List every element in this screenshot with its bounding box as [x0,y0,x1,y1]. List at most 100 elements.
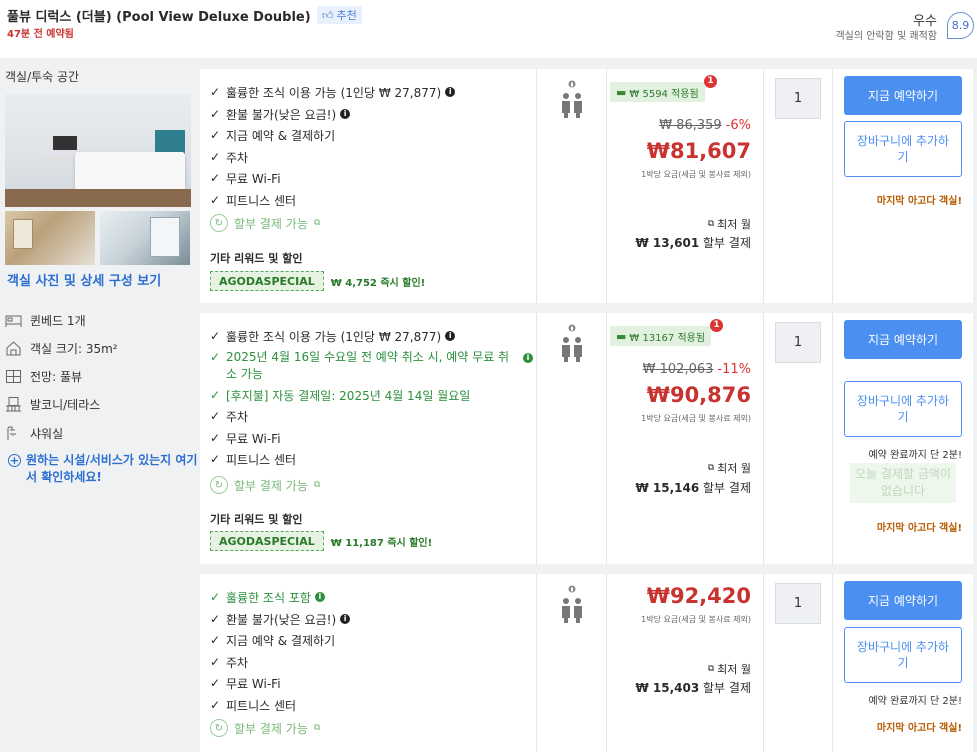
rewards-title: 기타 리워드 및 할인 [210,252,303,265]
installment-available[interactable]: ↻ 할부 결제 가능 ⧉ [210,718,320,738]
room-photos-link[interactable]: 객실 사진 및 상세 구성 보기 [7,270,161,289]
installment-amount: ₩ 13,601 할부 결제 [635,236,751,250]
ticket-icon: ▬ [616,85,627,99]
benefit-wifi: ✓ 무료 Wi-Fi [210,676,281,691]
info-icon[interactable]: i [340,109,351,119]
promo-discount: ₩ 4,752 즉시 할인! [330,277,426,289]
rating-score[interactable]: 8.9 [947,12,974,39]
original-price: ₩ 86,359 -6% [659,118,751,133]
notification-badge: 1 [704,75,717,88]
room-photo-thumb[interactable] [100,211,190,265]
promo-discount: ₩ 11,187 즉시 할인! [330,537,433,549]
rewards-title: 기타 리워드 및 할인 [210,513,303,526]
benefit-wifi: ✓ 무료 Wi-Fi [210,431,281,446]
add-to-cart-button[interactable]: 장바구니에 추가하기 [844,121,962,177]
check-icon: ✓ [210,452,221,466]
check-icon: ✓ [210,150,221,164]
benefit-parking: ✓ 주차 [210,150,249,165]
check-icon: ✓ [210,633,221,647]
installment-icon: ↻ [210,719,228,737]
final-price: ₩92,420 [646,584,751,608]
occupancy-icon[interactable] [560,79,584,119]
benefit-nonrefundable: ✓ 환불 불가(낮은 요금!) i [210,104,351,124]
info-icon[interactable]: i [445,331,456,341]
discount-percent: -6% [725,118,751,133]
room-quantity-select[interactable]: 1 [775,322,821,363]
check-icon: ✓ [210,350,221,364]
info-icon[interactable]: i [445,87,456,97]
check-icon: ✓ [210,193,221,207]
check-icon: ✓ [210,431,221,445]
book-now-button[interactable]: 지금 예약하기 [844,320,962,359]
info-icon[interactable]: i [340,614,351,624]
facilities-check-link[interactable]: + 원하는 시설/서비스가 있는지 여기서 확인하세요! [8,452,201,486]
offer-row: ✓ 훌륭한 조식 포함 i ✓ 환불 불가(낮은 요금!) i ✓ 지금 예약 & 결제하… [200,574,973,752]
benefit-pay-now: ✓ 지금 예약 & 결제하기 [210,633,336,648]
final-price: ₩81,607 [646,139,751,163]
check-icon: ✓ [210,85,221,99]
original-price: ₩ 102,063 -11% [642,362,751,377]
check-icon: ✓ [210,128,221,142]
feature-bed: 퀸베드 1개 [5,311,86,329]
check-icon: ✓ [210,590,221,604]
feature-balcony: 발코니/테라스 [5,395,100,413]
benefit-breakfast-included: ✓ 훌륭한 조식 포함 i [210,587,325,607]
room-quantity-select[interactable]: 1 [775,583,821,624]
plus-circle-icon: + [8,454,21,467]
discount-percent: -11% [717,362,751,377]
promo-code: AGODASPECIAL [210,531,324,551]
installment-amount: ₩ 15,403 할부 결제 [635,681,751,695]
benefit-nonrefundable: ✓ 환불 불가(낮은 요금!) i [210,609,351,629]
check-icon: ✓ [210,698,221,712]
info-icon[interactable]: i [523,353,533,363]
per-night-note: 1박당 요금(세금 및 봉사료 제외) [641,615,751,624]
add-to-cart-button[interactable]: 장바구니에 추가하기 [844,627,962,683]
promo-coupon: AGODASPECIAL ₩ 4,752 즉시 할인! [210,271,425,291]
feature-shower: 샤워실 [5,424,63,442]
occupancy-icon[interactable] [560,323,584,363]
per-night-note: 1박당 요금(세금 및 봉사료 제외) [641,170,751,179]
benefit-fitness: ✓ 피트니스 센터 [210,452,297,467]
external-link-icon: ⧉ [313,723,321,733]
occupancy-icon[interactable] [560,584,584,624]
feature-view: 전망: 풀뷰 [5,367,82,385]
room-photo-thumb[interactable] [5,211,95,265]
external-link-icon: ⧉ [313,218,321,228]
check-icon: ✓ [210,655,221,669]
external-link-icon: ⧉ [707,463,715,473]
room-photo-main[interactable] [5,94,191,207]
last-room-note: 마지막 아고다 객실! [876,523,962,534]
room-quantity-select[interactable]: 1 [775,78,821,119]
promo-coupon: AGODASPECIAL ₩ 11,187 즉시 할인! [210,531,432,551]
cashback-applied[interactable]: ▬ ₩ 13167 적용됨 [610,326,712,346]
check-icon: ✓ [210,107,221,121]
min-monthly: ⧉ 최저 월 [707,663,751,676]
benefit-parking: ✓ 주차 [210,409,249,424]
add-to-cart-button[interactable]: 장바구니에 추가하기 [844,381,962,437]
external-link-icon: ⧉ [313,480,321,490]
installment-available[interactable]: ↻ 할부 결제 가능 ⧉ [210,475,320,495]
room-title: 풀뷰 디럭스 (더블) (Pool View Deluxe Double) [7,10,311,25]
cashback-applied[interactable]: ▬ ₩ 5594 적용됨 [610,82,705,102]
benefit-pay-later: ✓ [후지불] 자동 결제일: 2025년 4월 14일 월요일 [210,388,471,403]
info-icon[interactable]: i [314,592,325,602]
benefit-fitness: ✓ 피트니스 센터 [210,698,297,713]
shower-icon [7,426,16,440]
book-now-button[interactable]: 지금 예약하기 [844,581,962,620]
min-monthly: ⧉ 최저 월 [707,218,751,231]
min-monthly: ⧉ 최저 월 [707,462,751,475]
check-icon: ✓ [210,329,221,343]
installment-icon: ↻ [210,476,228,494]
benefit-breakfast: ✓ 훌륭한 조식 이용 가능 (1인당 ₩ 27,877) i [210,82,456,102]
check-icon: ✓ [210,612,221,626]
room-size-icon [6,340,21,355]
offer-row: ✓ 훌륭한 조식 이용 가능 (1인당 ₩ 27,877) i ✓ 2025년 4월 … [200,313,973,564]
book-now-button[interactable]: 지금 예약하기 [844,76,962,115]
bed-icon [5,315,22,327]
booking-timer-note: 예약 완료까지 단 2분! [868,450,962,461]
external-link-icon: ⧉ [707,219,715,229]
thumbs-up-icon: 👍︎ [322,8,334,22]
room-header: 풀뷰 디럭스 (더블) (Pool View Deluxe Double) 👍︎… [0,0,977,58]
check-icon: ✓ [210,388,221,402]
installment-available[interactable]: ↻ 할부 결제 가능 ⧉ [210,213,320,233]
